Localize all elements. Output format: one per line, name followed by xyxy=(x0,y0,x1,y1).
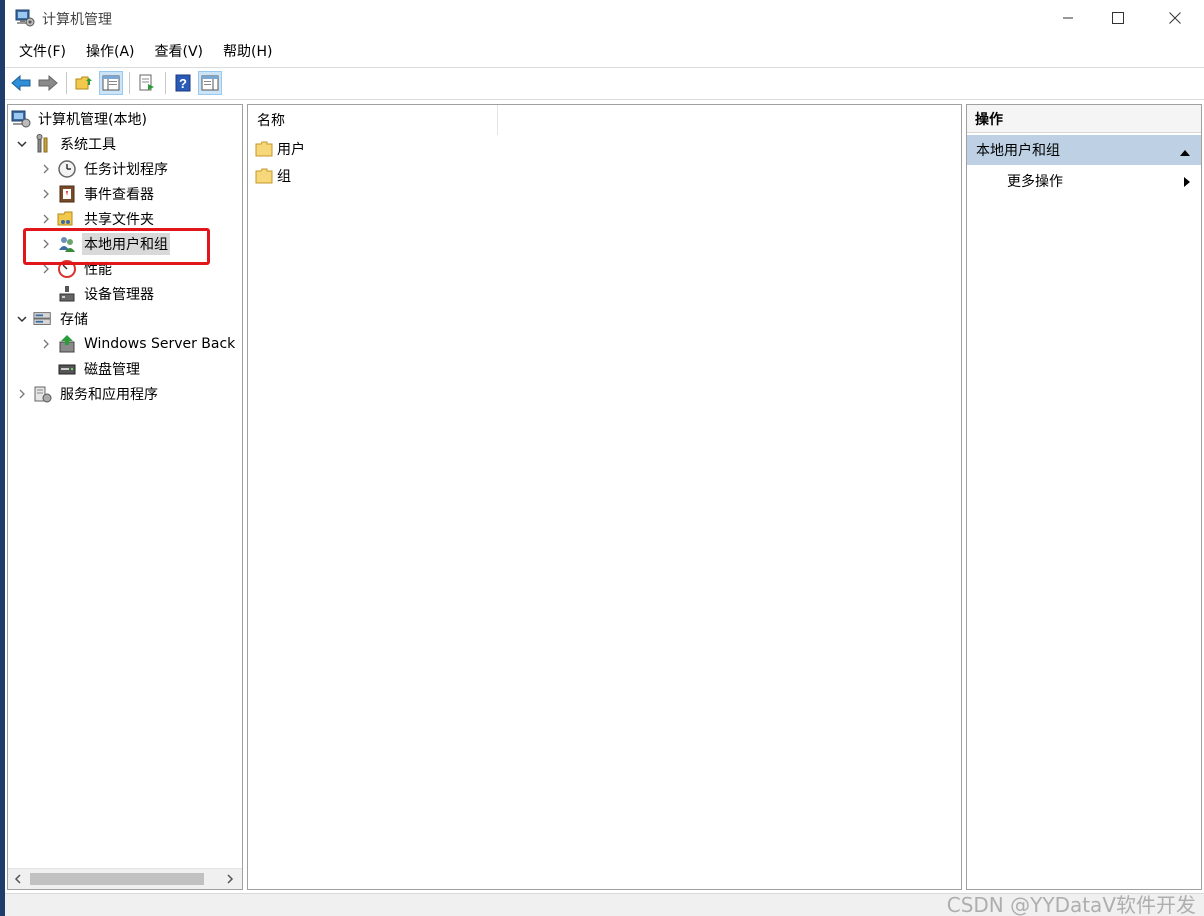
tree-item-services-apps[interactable]: 服务和应用程序 xyxy=(15,382,160,406)
forward-button[interactable] xyxy=(36,71,60,95)
tree-item-root[interactable]: 计算机管理(本地) xyxy=(11,107,149,131)
tree-item-disk-management[interactable]: 磁盘管理 xyxy=(57,357,142,381)
list-item-label: 组 xyxy=(277,169,291,185)
menu-action[interactable]: 操作(A) xyxy=(76,38,145,66)
chevron-right-icon[interactable] xyxy=(15,387,29,401)
tree-label: Windows Server Back xyxy=(84,336,236,352)
action-pane-title: 操作 xyxy=(967,105,1201,133)
storage-icon xyxy=(33,309,53,329)
back-button[interactable] xyxy=(9,71,33,95)
menu-view[interactable]: 查看(V) xyxy=(145,38,214,66)
toolbar-separator xyxy=(165,72,166,94)
show-hide-action-pane-button[interactable] xyxy=(198,71,222,95)
tree-label: 任务计划程序 xyxy=(84,162,168,178)
title-bar: 计算机管理 xyxy=(5,0,1204,36)
scroll-left-icon[interactable] xyxy=(8,869,28,889)
maximize-button[interactable] xyxy=(1090,0,1146,36)
window-title: 计算机管理 xyxy=(42,12,112,28)
help-button[interactable]: ? xyxy=(171,71,195,95)
toolbar-separator xyxy=(129,72,130,94)
chevron-right-icon[interactable] xyxy=(39,337,53,351)
chevron-down-icon[interactable] xyxy=(15,137,29,151)
up-folder-button[interactable] xyxy=(72,71,96,95)
scrollbar-thumb[interactable] xyxy=(30,873,204,885)
desktop-edge xyxy=(0,0,5,916)
more-actions-label: 更多操作 xyxy=(1007,174,1063,190)
console-tree-pane: 计算机管理(本地) 系统工具 任务计划程序 事件查看器 共享文件夹 本地用户和组… xyxy=(7,104,243,890)
menu-help[interactable]: 帮助(H) xyxy=(213,38,282,66)
show-hide-tree-button[interactable] xyxy=(99,71,123,95)
export-list-button[interactable] xyxy=(135,71,159,95)
status-bar: CSDN @YYDataV软件开发 xyxy=(5,893,1204,916)
action-group-header[interactable]: 本地用户和组 xyxy=(967,135,1201,165)
device-manager-icon xyxy=(57,284,77,304)
tree-item-device-manager[interactable]: 设备管理器 xyxy=(57,282,156,306)
shared-folder-icon xyxy=(57,209,77,229)
tree-label: 系统工具 xyxy=(60,137,116,153)
submenu-arrow-icon xyxy=(1183,176,1191,192)
forward-icon xyxy=(38,75,58,91)
tree-label: 存储 xyxy=(60,312,88,328)
toolbar: ? xyxy=(5,68,1204,98)
disk-icon xyxy=(57,359,77,379)
folder-icon xyxy=(255,141,273,157)
details-pane: 名称 用户 组 xyxy=(247,104,962,890)
scroll-right-icon[interactable] xyxy=(220,869,240,889)
help-icon: ? xyxy=(175,74,191,92)
list-item[interactable]: 组 xyxy=(255,164,291,188)
tree-horizontal-scrollbar[interactable] xyxy=(8,868,242,889)
menu-bar: 文件(F) 操作(A) 查看(V) 帮助(H) xyxy=(5,38,1204,66)
clock-icon xyxy=(57,159,77,179)
chevron-down-icon[interactable] xyxy=(15,312,29,326)
back-icon xyxy=(11,75,31,91)
folder-icon xyxy=(255,168,273,184)
highlight-annotation xyxy=(23,228,210,265)
tree-item-event-viewer[interactable]: 事件查看器 xyxy=(39,182,156,206)
show-hide-tree-icon xyxy=(102,75,120,91)
close-button[interactable] xyxy=(1147,0,1203,36)
tree-label: 磁盘管理 xyxy=(84,362,140,378)
tree-label: 设备管理器 xyxy=(84,287,154,303)
tree-label: 事件查看器 xyxy=(84,187,154,203)
action-group-label: 本地用户和组 xyxy=(976,143,1060,159)
collapse-up-icon[interactable] xyxy=(1179,145,1191,161)
tools-icon xyxy=(33,134,53,154)
menu-file[interactable]: 文件(F) xyxy=(9,38,76,66)
up-folder-icon xyxy=(75,76,92,90)
export-list-icon xyxy=(139,74,154,91)
tree-item-storage[interactable]: 存储 xyxy=(15,307,90,331)
show-hide-action-pane-icon xyxy=(201,75,219,91)
toolbar-divider xyxy=(5,99,1204,100)
more-actions-item[interactable]: 更多操作 xyxy=(967,167,1201,195)
services-icon xyxy=(33,384,53,404)
column-header-name[interactable]: 名称 xyxy=(248,105,498,135)
toolbar-separator xyxy=(66,72,67,94)
backup-icon xyxy=(57,334,77,354)
computer-management-icon xyxy=(15,8,35,28)
event-log-icon xyxy=(57,184,77,204)
tree-item-system-tools[interactable]: 系统工具 xyxy=(15,132,118,156)
tree-item-windows-server-backup[interactable]: Windows Server Back xyxy=(39,332,237,356)
svg-text:?: ? xyxy=(179,76,187,91)
tree-label: 服务和应用程序 xyxy=(60,387,158,403)
chevron-right-icon[interactable] xyxy=(39,212,53,226)
chevron-right-icon[interactable] xyxy=(39,162,53,176)
tree-label: 共享文件夹 xyxy=(84,212,154,228)
minimize-button[interactable] xyxy=(1040,0,1096,36)
list-item[interactable]: 用户 xyxy=(255,137,305,161)
tree-label: 计算机管理(本地) xyxy=(38,112,147,128)
action-pane: 操作 本地用户和组 更多操作 xyxy=(966,104,1202,890)
tree-item-task-scheduler[interactable]: 任务计划程序 xyxy=(39,157,170,181)
chevron-right-icon[interactable] xyxy=(39,187,53,201)
computer-management-icon xyxy=(11,109,31,129)
list-item-label: 用户 xyxy=(277,142,305,158)
watermark: CSDN @YYDataV软件开发 xyxy=(946,893,1196,916)
